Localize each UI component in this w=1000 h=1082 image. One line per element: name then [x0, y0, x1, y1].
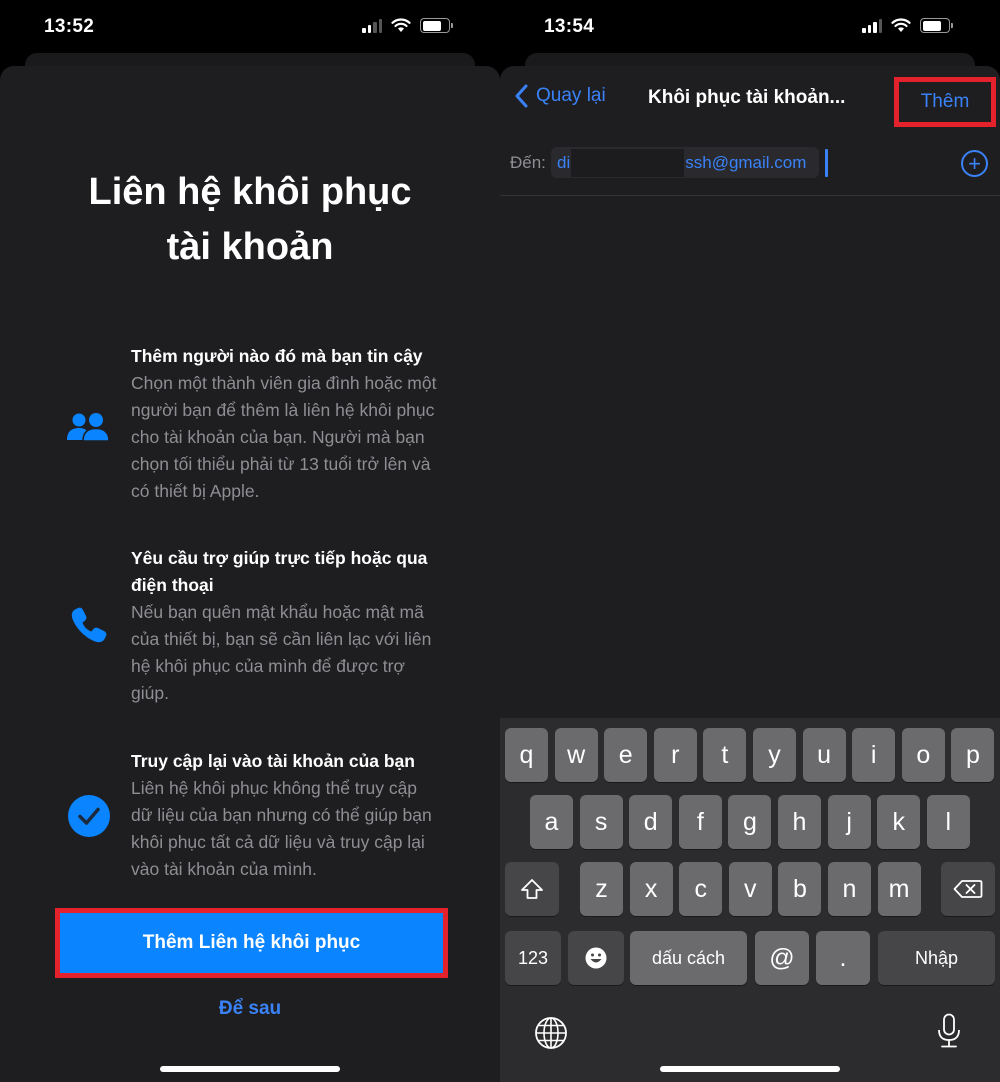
key-y[interactable]: y — [753, 728, 796, 782]
key-d[interactable]: d — [629, 795, 673, 849]
page-title: Liên hệ khôi phục tài khoản — [0, 165, 500, 275]
to-field-row: Đến: di ssh@gmail.com + — [500, 132, 1000, 196]
key-p[interactable]: p — [951, 728, 995, 782]
keyboard-row-4: 123 dấu cách @ . Nhập — [500, 931, 1000, 985]
wifi-icon — [391, 18, 411, 32]
feature-description: Liên hệ khôi phục không thể truy cập dữ … — [131, 778, 432, 879]
key-a[interactable]: a — [530, 795, 573, 849]
key-f[interactable]: f — [678, 795, 722, 849]
redacted-area — [571, 148, 685, 177]
keyboard-row-3: zxcvbnm — [500, 862, 1000, 916]
dot-key[interactable]: . — [816, 931, 870, 985]
phone-icon — [66, 602, 112, 648]
key-h[interactable]: h — [778, 795, 821, 849]
keyboard-row-1: qwertyuiop — [500, 728, 1000, 782]
key-i[interactable]: i — [852, 728, 896, 782]
feature-description: Nếu bạn quên mật khẩu hoặc mật mã của th… — [131, 602, 432, 703]
chevron-left-icon — [515, 84, 528, 108]
key-e[interactable]: e — [604, 728, 648, 782]
nav-bar: Quay lại Khôi phục tài khoản... Thêm — [500, 66, 1000, 132]
shift-icon — [521, 879, 543, 899]
key-c[interactable]: c — [679, 862, 723, 916]
feature-heading: Yêu cầu trợ giúp trực tiếp hoặc qua điện… — [131, 548, 428, 595]
add-recovery-contact-button[interactable]: Thêm Liên hệ khôi phục — [60, 913, 443, 973]
space-key[interactable]: dấu cách — [630, 931, 747, 985]
back-label: Quay lại — [536, 85, 606, 106]
key-z[interactable]: z — [580, 862, 623, 916]
keyboard-row-2: asdfghjkl — [500, 795, 1000, 849]
return-key[interactable]: Nhập — [878, 931, 995, 985]
key-r[interactable]: r — [653, 728, 697, 782]
key-j[interactable]: j — [827, 795, 871, 849]
cellular-signal-icon — [862, 18, 882, 33]
highlight-box: Thêm Liên hệ khôi phục — [55, 908, 448, 978]
home-indicator — [160, 1066, 340, 1072]
key-u[interactable]: u — [802, 728, 846, 782]
wifi-icon — [891, 18, 911, 32]
keyboard: qwertyuiop asdfghjkl zxcvbnm 123 dấu các… — [500, 718, 1000, 1082]
status-icons — [862, 18, 953, 33]
battery-icon — [420, 18, 453, 33]
people-icon — [66, 405, 112, 451]
emoji-icon — [585, 947, 607, 969]
key-x[interactable]: x — [629, 862, 673, 916]
key-n[interactable]: n — [828, 862, 871, 916]
page-title-text: Liên hệ khôi phục tài khoản — [88, 171, 412, 268]
recipient-chip[interactable]: di ssh@gmail.com — [551, 147, 819, 178]
feature-text: Yêu cầu trợ giúp trực tiếp hoặc qua điện… — [131, 545, 441, 707]
key-b[interactable]: b — [778, 862, 822, 916]
status-icons — [362, 18, 453, 33]
numbers-key[interactable]: 123 — [505, 931, 561, 985]
text-cursor[interactable] — [825, 149, 828, 177]
add-button[interactable]: Thêm — [899, 82, 991, 122]
checkmark-circle-icon — [66, 793, 112, 839]
cellular-signal-icon — [362, 18, 382, 33]
left-screen: 13:52 Liên hệ khôi phục tài khoản Thêm n… — [0, 0, 500, 1082]
backspace-icon — [953, 880, 983, 898]
back-button[interactable]: Quay lại — [514, 84, 606, 108]
key-s[interactable]: s — [579, 795, 623, 849]
status-bar: 13:52 — [0, 0, 500, 55]
key-w[interactable]: w — [554, 728, 598, 782]
set-up-later-link[interactable]: Để sau — [0, 998, 500, 1020]
key-k[interactable]: k — [877, 795, 921, 849]
feature-heading: Thêm người nào đó mà bạn tin cậy — [131, 346, 423, 366]
to-label: Đến: — [510, 153, 546, 172]
feature-heading: Truy cập lại vào tài khoản của bạn — [131, 751, 415, 771]
globe-icon[interactable] — [534, 1016, 568, 1050]
key-o[interactable]: o — [901, 728, 945, 782]
battery-icon — [920, 18, 953, 33]
home-indicator — [660, 1066, 840, 1072]
key-m[interactable]: m — [877, 862, 921, 916]
highlight-box: Thêm — [894, 77, 996, 127]
right-screen: 13:54 Quay lại Khôi phục tài khoản... Th… — [500, 0, 1000, 1082]
feature-description: Chọn một thành viên gia đình hoặc một ng… — [131, 373, 437, 501]
add-recipient-icon[interactable]: + — [961, 150, 988, 177]
status-time: 13:54 — [544, 16, 595, 37]
at-key[interactable]: @ — [755, 931, 809, 985]
key-t[interactable]: t — [703, 728, 747, 782]
feature-text: Truy cập lại vào tài khoản của bạn Liên … — [131, 748, 441, 883]
key-v[interactable]: v — [728, 862, 772, 916]
nav-title: Khôi phục tài khoản... — [648, 87, 846, 108]
delete-key[interactable] — [941, 862, 995, 916]
recipient-prefix: di — [557, 152, 571, 172]
key-g[interactable]: g — [728, 795, 772, 849]
shift-key[interactable] — [505, 862, 559, 916]
key-l[interactable]: l — [926, 795, 970, 849]
status-time: 13:52 — [44, 16, 95, 37]
status-bar: 13:54 — [500, 0, 1000, 55]
emoji-key[interactable] — [568, 931, 624, 985]
key-q[interactable]: q — [505, 728, 548, 782]
recipient-suffix: ssh@gmail.com — [685, 152, 807, 172]
feature-text: Thêm người nào đó mà bạn tin cậy Chọn mộ… — [131, 343, 441, 505]
microphone-icon[interactable] — [932, 1013, 966, 1048]
